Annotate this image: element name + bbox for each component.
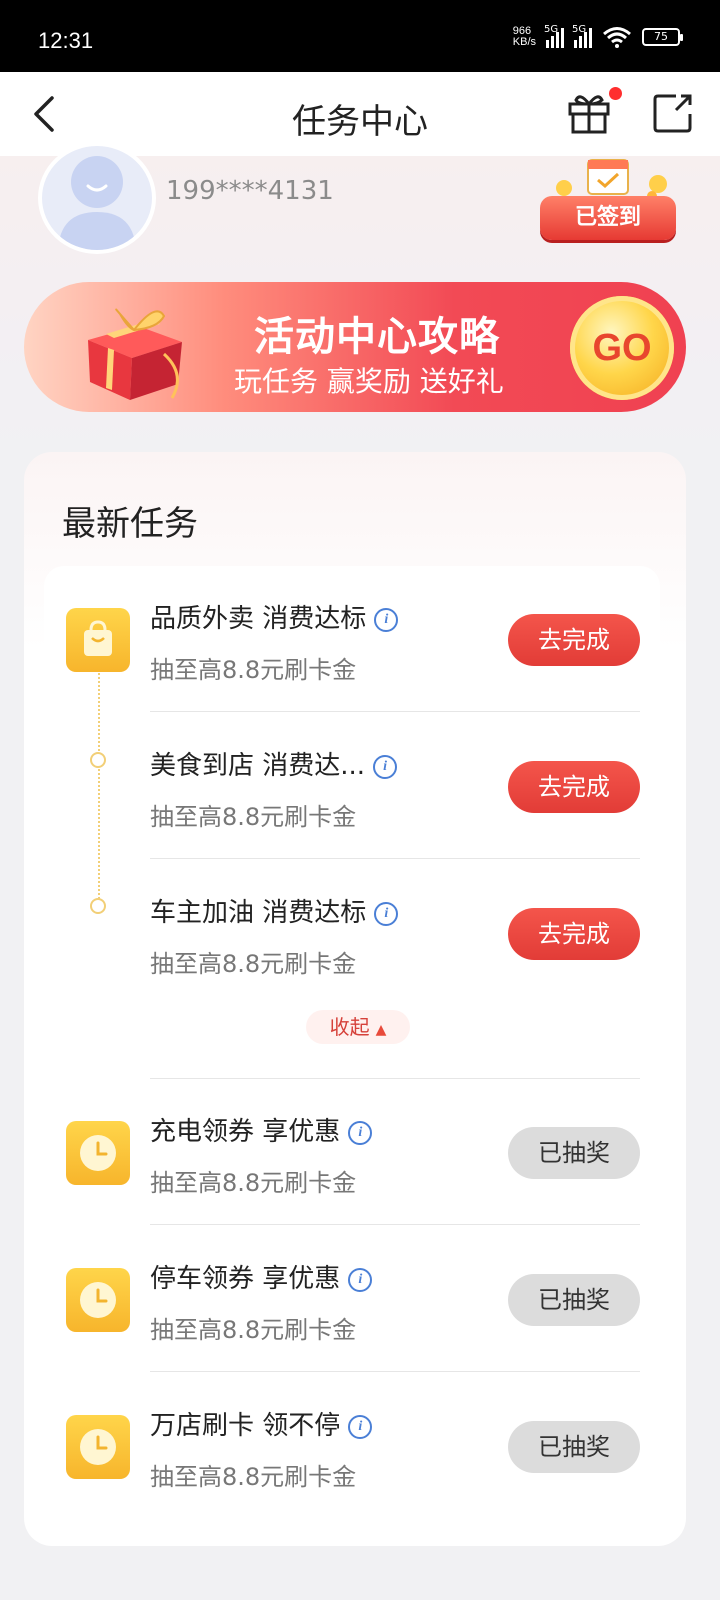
notification-dot <box>609 87 622 100</box>
task-item: 美食到店 消费达... i 抽至高8.8元刷卡金 去完成 <box>44 713 660 859</box>
signal-icon-2: 5G <box>572 24 592 48</box>
banner-go-button[interactable]: GO <box>570 296 674 400</box>
task-item: 车主加油 消费达标 i 抽至高8.8元刷卡金 去完成 <box>44 860 660 1006</box>
task-reward: 抽至高8.8元刷卡金 <box>150 1463 357 1491</box>
up-arrow-icon: ▲ <box>375 1022 387 1038</box>
info-icon[interactable]: i <box>373 754 398 779</box>
info-icon[interactable]: i <box>374 607 399 632</box>
collapse-button[interactable]: 收起 ▲ <box>306 1010 410 1044</box>
info-icon[interactable]: i <box>348 1414 373 1439</box>
divider <box>150 711 640 712</box>
activity-guide-banner[interactable]: 活动中心攻略 玩任务 赢奖励 送好礼 GO <box>24 282 686 412</box>
clock-icon <box>66 1268 130 1332</box>
task-title: 美食到店 消费达... i <box>150 745 398 782</box>
task-reward: 抽至高8.8元刷卡金 <box>150 656 357 684</box>
task-list: 品质外卖 消费达标 i 抽至高8.8元刷卡金 去完成 美食到店 消费达... i 抽… <box>44 566 660 1526</box>
task-title: 停车领券 享优惠 i <box>150 1258 373 1295</box>
gift-box-icon <box>88 308 182 400</box>
clock-icon <box>66 1415 130 1479</box>
shopping-bag-icon <box>66 608 130 672</box>
page-title: 任务中心 <box>292 102 428 142</box>
banner-title: 活动中心攻略 <box>254 314 500 360</box>
task-reward: 抽至高8.8元刷卡金 <box>150 803 357 831</box>
user-phone: 199****4131 <box>166 176 334 206</box>
task-item: 充电领券 享优惠 i 抽至高8.8元刷卡金 已抽奖 <box>44 1079 660 1225</box>
default-avatar-icon <box>58 156 136 250</box>
status-time: 12:31 <box>38 28 94 53</box>
signin-status-badge[interactable]: 已签到 <box>540 196 676 240</box>
task-status-button[interactable]: 已抽奖 <box>508 1127 640 1179</box>
avatar[interactable] <box>38 142 156 254</box>
task-item: 停车领券 享优惠 i 抽至高8.8元刷卡金 已抽奖 <box>44 1226 660 1372</box>
wifi-icon <box>603 27 631 48</box>
task-status-button[interactable]: 已抽奖 <box>508 1274 640 1326</box>
clock-icon <box>66 1121 130 1185</box>
network-speed: 966 KB/s <box>512 25 536 48</box>
divider <box>150 1371 640 1372</box>
section-title: 最新任务 <box>62 504 198 544</box>
task-title: 充电领券 享优惠 i <box>150 1111 373 1148</box>
task-title: 万店刷卡 领不停 i <box>150 1405 373 1442</box>
task-item: 品质外卖 消费达标 i 抽至高8.8元刷卡金 去完成 <box>44 566 660 712</box>
info-icon[interactable]: i <box>348 1120 373 1145</box>
task-action-button[interactable]: 去完成 <box>508 614 640 666</box>
task-action-button[interactable]: 去完成 <box>508 908 640 960</box>
task-action-button[interactable]: 去完成 <box>508 761 640 813</box>
task-reward: 抽至高8.8元刷卡金 <box>150 1169 357 1197</box>
task-reward: 抽至高8.8元刷卡金 <box>150 950 357 978</box>
task-status-button[interactable]: 已抽奖 <box>508 1421 640 1473</box>
banner-subtitle: 玩任务 赢奖励 送好礼 <box>234 365 504 398</box>
signal-icon: 5G <box>544 24 564 48</box>
tasks-card: 最新任务 品质外卖 消费达标 i 抽至高8.8元刷卡金 去完成 美食到店 消费达.… <box>24 452 686 1546</box>
gift-icon[interactable] <box>566 90 612 136</box>
status-bar: 12:31 966 KB/s 5G 5G 75 <box>0 0 720 72</box>
share-icon[interactable] <box>650 90 696 136</box>
task-title: 品质外卖 消费达标 i <box>150 598 399 635</box>
status-indicators: 966 KB/s 5G 5G 75 <box>512 24 683 48</box>
task-title: 车主加油 消费达标 i <box>150 892 399 929</box>
task-reward: 抽至高8.8元刷卡金 <box>150 1316 357 1344</box>
divider <box>150 858 640 859</box>
battery-icon: 75 <box>642 28 683 46</box>
task-item: 万店刷卡 领不停 i 抽至高8.8元刷卡金 已抽奖 <box>44 1373 660 1519</box>
info-icon[interactable]: i <box>348 1267 373 1292</box>
info-icon[interactable]: i <box>374 901 399 926</box>
divider <box>150 1224 640 1225</box>
